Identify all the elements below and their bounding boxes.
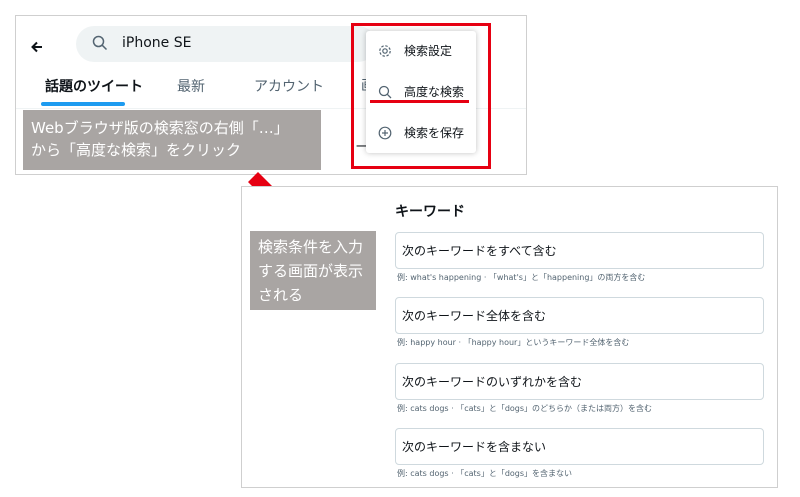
- back-button[interactable]: [31, 38, 43, 57]
- annotation-line: する画面が表示: [258, 262, 364, 280]
- annotation-line: 検索条件を入力: [258, 238, 364, 256]
- tab-latest[interactable]: 最新: [177, 76, 205, 96]
- annotation-line: される: [258, 286, 304, 304]
- field-label: 次のキーワードを含まない: [402, 440, 547, 454]
- highlight-frame: [351, 23, 491, 169]
- field-label: 次のキーワードをすべて含む: [402, 244, 557, 258]
- annotation-line: から「高度な検索」をクリック: [31, 141, 242, 159]
- field-hint: 例: cats dogs · 「cats」と「dogs」のどちらか（または両方）…: [397, 404, 653, 413]
- arrow-left-icon: [31, 41, 42, 53]
- keywords-heading: キーワード: [395, 204, 465, 220]
- annotation-note-menu: Webブラウザ版の検索窓の右側「…」 から「高度な検索」をクリック: [23, 110, 321, 170]
- field-hint: 例: what's happening · 「what's」と「happenin…: [397, 273, 646, 282]
- any-words-field[interactable]: 次のキーワードのいずれかを含む: [395, 363, 764, 400]
- search-icon: [92, 35, 108, 51]
- tab-top-tweets[interactable]: 話題のツイート: [45, 76, 143, 96]
- exact-phrase-field[interactable]: 次のキーワード全体を含む: [395, 297, 764, 334]
- field-label: 次のキーワード全体を含む: [402, 309, 547, 323]
- all-words-field[interactable]: 次のキーワードをすべて含む: [395, 232, 764, 269]
- search-value: iPhone SE: [122, 35, 192, 51]
- annotation-note-advanced: 検索条件を入力 する画面が表示 される: [250, 231, 376, 310]
- field-label: 次のキーワードのいずれかを含む: [402, 375, 583, 389]
- field-hint: 例: cats dogs · 「cats」と「dogs」を含まない: [397, 469, 573, 478]
- annotation-line: Webブラウザ版の検索窓の右側「…」: [31, 119, 289, 137]
- none-words-field[interactable]: 次のキーワードを含まない: [395, 428, 764, 465]
- field-hint: 例: happy hour · 「happy hour」というキーワード全体を含…: [397, 338, 630, 347]
- active-tab-indicator: [41, 102, 125, 106]
- search-input[interactable]: iPhone SE: [76, 26, 376, 62]
- tab-accounts[interactable]: アカウント: [254, 76, 324, 96]
